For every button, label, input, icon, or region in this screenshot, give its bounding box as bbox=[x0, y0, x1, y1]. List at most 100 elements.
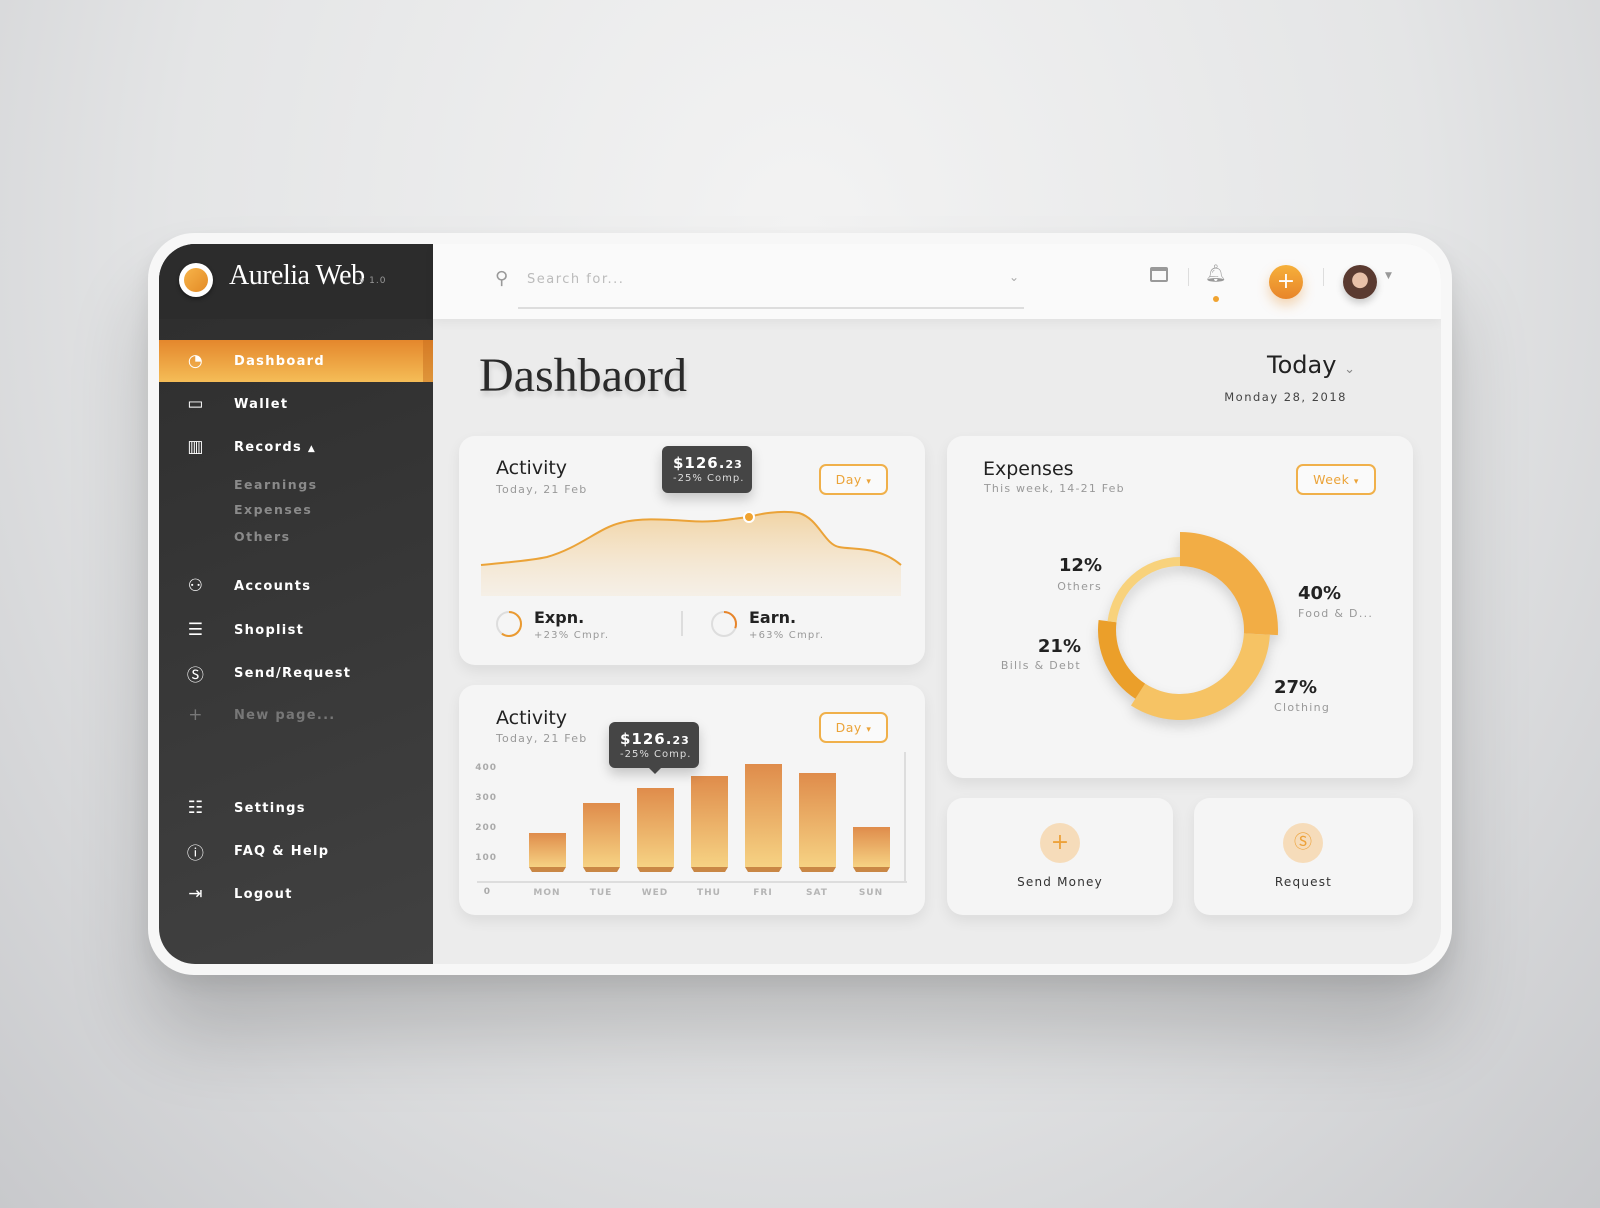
x-tick-label: WED bbox=[642, 888, 669, 898]
sidebar-item-shoplist[interactable]: ☰ Shoplist bbox=[159, 609, 433, 651]
sidebar-item-new-page[interactable]: + New page... bbox=[159, 694, 433, 736]
x-tick-label: THU bbox=[697, 888, 721, 898]
list-icon: ☰ bbox=[187, 620, 205, 640]
divider bbox=[1323, 268, 1324, 286]
y-tick-label: 200 bbox=[475, 823, 497, 833]
expn-label: Expn. bbox=[534, 608, 585, 627]
bar-sun[interactable] bbox=[853, 827, 890, 867]
logout-icon: ⇥ bbox=[188, 884, 204, 904]
chevron-down-icon: ⌄ bbox=[1344, 362, 1355, 377]
notification-dot bbox=[1213, 296, 1219, 302]
y-tick-label: 0 bbox=[484, 887, 491, 897]
x-tick-label: TUE bbox=[590, 888, 613, 898]
bar-sat[interactable] bbox=[799, 773, 836, 867]
donut-slice-0[interactable] bbox=[1180, 532, 1278, 636]
expenses-card: Expenses This week, 14-21 Feb Week ▾ 40%… bbox=[947, 436, 1413, 778]
slice-pct-others: 12% bbox=[1058, 555, 1102, 576]
x-tick-label: FRI bbox=[753, 888, 772, 898]
donut-slice-3[interactable] bbox=[1107, 557, 1180, 623]
activity-area bbox=[481, 511, 901, 596]
plus-icon: + bbox=[188, 705, 204, 725]
send-money-button[interactable]: + Send Money bbox=[947, 798, 1173, 915]
donut-slice-1[interactable] bbox=[1130, 633, 1270, 720]
bar-base bbox=[583, 867, 620, 872]
caret-down-icon[interactable]: ▼ bbox=[1385, 271, 1392, 281]
add-button[interactable]: + bbox=[1269, 265, 1303, 299]
y-tick-label: 400 bbox=[475, 763, 497, 773]
earn-label: Earn. bbox=[749, 608, 797, 627]
x-tick-label: SUN bbox=[859, 888, 883, 898]
dollar-circle-icon: Ⓢ bbox=[186, 665, 206, 686]
top-bar: ⚲ ⌄ 🔔︎ + ▼ bbox=[433, 244, 1441, 319]
gauge-icon: ◔ bbox=[187, 351, 205, 371]
slice-pct-clothing: 27% bbox=[1274, 677, 1318, 698]
sidebar-subitem-earnings[interactable]: Eearnings bbox=[234, 477, 318, 492]
sliders-icon: ☷ bbox=[187, 798, 205, 818]
slice-label-bills: Bills & Debt bbox=[1000, 659, 1081, 672]
request-button[interactable]: Ⓢ Request bbox=[1194, 798, 1413, 915]
bar-thu[interactable] bbox=[691, 776, 728, 867]
records-icon: ▥ bbox=[187, 437, 205, 457]
logo-icon bbox=[179, 263, 213, 297]
wallet-icon: ▭ bbox=[187, 394, 205, 414]
highlight-point bbox=[743, 511, 755, 523]
page-title: Dashbaord bbox=[479, 349, 687, 402]
caret-up-icon: ▲ bbox=[307, 443, 317, 454]
sidebar-item-faq[interactable]: ⓘ FAQ & Help bbox=[159, 830, 433, 872]
y-tick-label: 300 bbox=[475, 793, 497, 803]
avatar[interactable] bbox=[1343, 265, 1377, 299]
period-selector[interactable]: Today ⌄ bbox=[1267, 351, 1355, 379]
sidebar-item-dashboard[interactable]: ◔ Dashboard bbox=[159, 340, 433, 382]
request-label: Request bbox=[1274, 875, 1333, 889]
earn-sub: +63% Cmpr. bbox=[749, 630, 825, 641]
divider bbox=[1188, 268, 1189, 286]
chart-tooltip: $126.23 -25% Comp. bbox=[662, 446, 752, 493]
search-underline bbox=[518, 307, 1024, 309]
sidebar-item-settings[interactable]: ☷ Settings bbox=[159, 787, 433, 829]
activity-bar-card: Activity Today, 21 Feb Day ▾ 0 100 200 300 4… bbox=[459, 685, 925, 915]
sidebar-subitem-expenses[interactable]: Expenses bbox=[234, 502, 312, 517]
donut-slice-2[interactable] bbox=[1098, 620, 1146, 699]
bar-base bbox=[691, 867, 728, 872]
y-tick-label: 100 bbox=[475, 853, 497, 863]
sidebar-subitem-others[interactable]: Others bbox=[234, 529, 291, 544]
plus-icon: + bbox=[1040, 823, 1080, 863]
current-date: Monday 28, 2018 bbox=[1224, 390, 1347, 404]
app-version: v 1.0 bbox=[359, 276, 387, 286]
bar-mon[interactable] bbox=[529, 833, 566, 867]
bar-base bbox=[637, 867, 674, 872]
bar-wed[interactable] bbox=[637, 788, 674, 867]
bar-tue[interactable] bbox=[583, 803, 620, 867]
calendar-icon[interactable] bbox=[1150, 267, 1168, 282]
bar-base bbox=[853, 867, 890, 872]
expn-sub: +23% Cmpr. bbox=[534, 630, 610, 641]
bar-tooltip: $126.23 -25% Comp. bbox=[609, 722, 699, 768]
bar-base bbox=[529, 867, 566, 872]
bar-base bbox=[799, 867, 836, 872]
logo-header: Aurelia Web v 1.0 bbox=[159, 244, 433, 319]
app-window: Aurelia Web v 1.0 ◔ Dashboard ▭ Wallet ▥ Re… bbox=[159, 244, 1441, 964]
info-icon: ⓘ bbox=[186, 843, 206, 864]
sidebar-item-accounts[interactable]: ⚇ Accounts bbox=[159, 565, 433, 607]
users-icon: ⚇ bbox=[187, 576, 205, 596]
bell-icon[interactable]: 🔔︎ bbox=[1205, 264, 1227, 284]
app-name: Aurelia Web bbox=[229, 260, 365, 291]
slice-pct-bills: 21% bbox=[1037, 636, 1081, 657]
activity-line-card: Activity Today, 21 Feb Day ▾ $126.23 -25%… bbox=[459, 436, 925, 665]
slice-label-food: Food & D... bbox=[1298, 607, 1374, 620]
sidebar-item-send-request[interactable]: Ⓢ Send/Request bbox=[159, 652, 433, 694]
search-input[interactable] bbox=[527, 272, 987, 287]
sidebar-item-records[interactable]: ▥ Records ▲ bbox=[159, 426, 433, 468]
x-tick-label: MON bbox=[533, 888, 560, 898]
dollar-circle-icon: Ⓢ bbox=[1283, 823, 1323, 863]
chevron-down-icon[interactable]: ⌄ bbox=[1009, 270, 1019, 284]
bar-base bbox=[745, 867, 782, 872]
sidebar-item-logout[interactable]: ⇥ Logout bbox=[159, 873, 433, 915]
send-money-label: Send Money bbox=[1017, 875, 1103, 889]
tooltip-arrow bbox=[648, 767, 662, 774]
slice-pct-food: 40% bbox=[1298, 583, 1342, 604]
bar-fri[interactable] bbox=[745, 764, 782, 867]
sidebar-item-wallet[interactable]: ▭ Wallet bbox=[159, 383, 433, 425]
slice-label-others: Others bbox=[1057, 580, 1102, 593]
activity-bar-chart: 0 100 200 300 400 MON TUE WED THU FRI SAT SUN bbox=[475, 752, 907, 898]
